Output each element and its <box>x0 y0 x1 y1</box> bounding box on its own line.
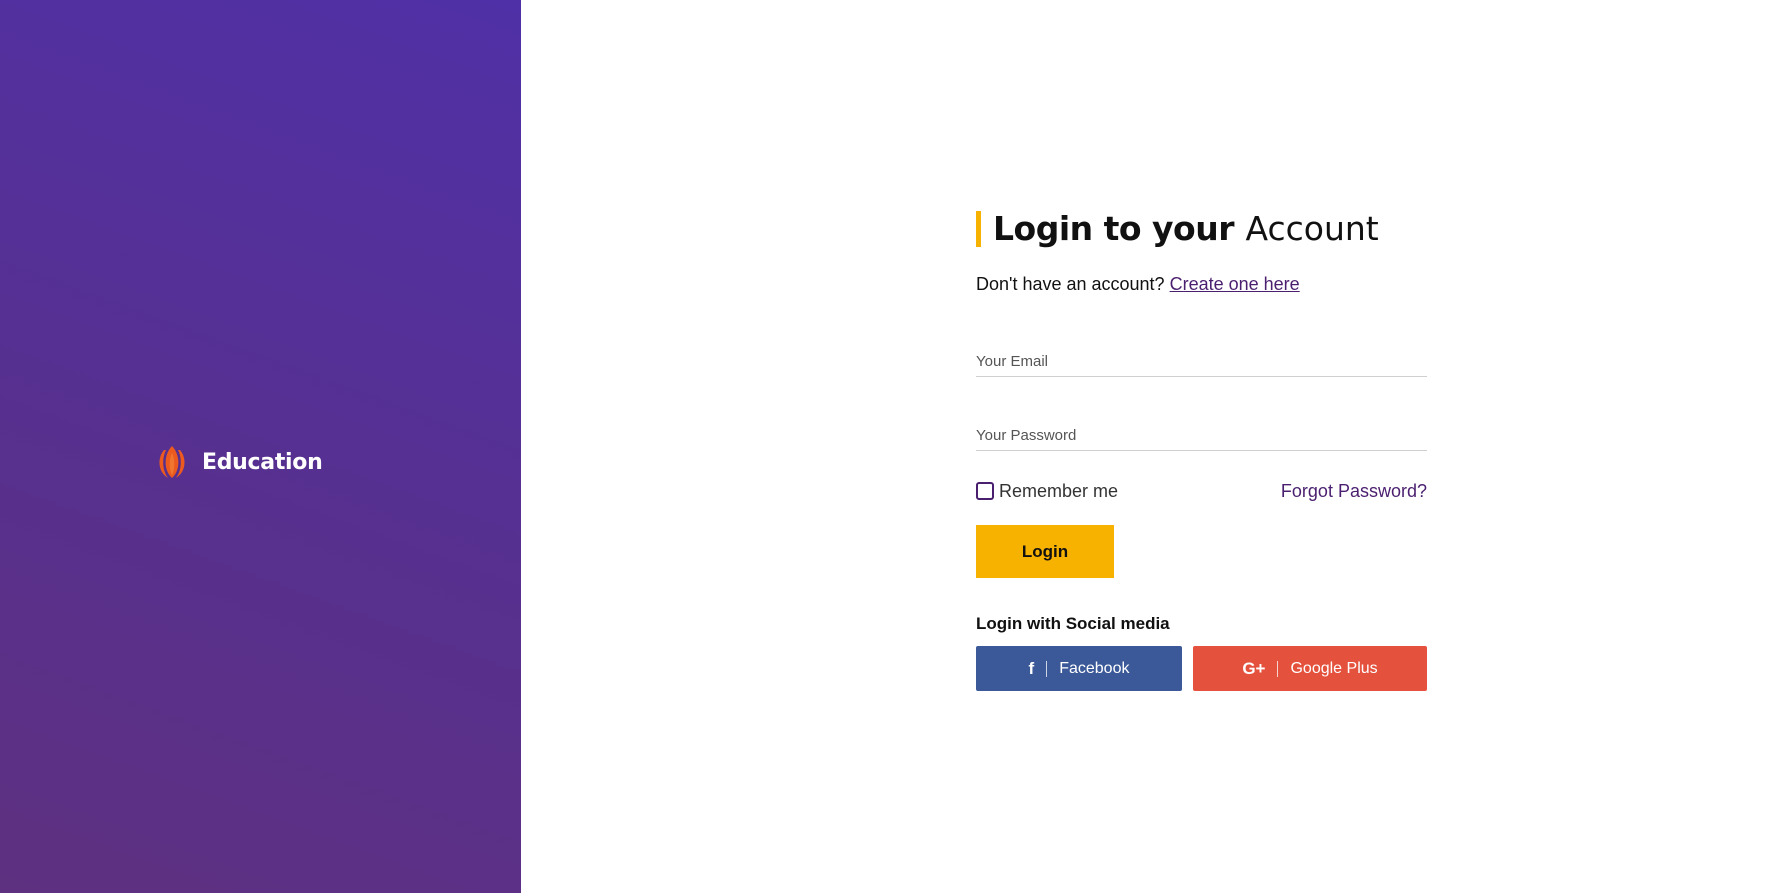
options-row: Remember me Forgot Password? <box>976 479 1427 503</box>
facebook-label: Facebook <box>1059 659 1130 677</box>
login-page: Education Login to your Account Don't ha… <box>0 0 1769 893</box>
brand-name: Education <box>202 449 323 475</box>
divider <box>1046 660 1048 677</box>
page-title: Login to your Account <box>976 209 1427 249</box>
google-plus-login-button[interactable]: G+ Google Plus <box>1193 646 1427 691</box>
remember-me-checkbox[interactable] <box>976 482 994 500</box>
social-heading: Login with Social media <box>976 614 1170 633</box>
remember-me[interactable]: Remember me <box>976 481 1118 502</box>
flame-leaf-icon <box>159 446 185 478</box>
divider <box>1277 660 1279 677</box>
create-account-link[interactable]: Create one here <box>1170 274 1300 294</box>
email-field[interactable] <box>976 346 1427 376</box>
login-form: Login to your Account Don't have an acco… <box>976 209 1427 691</box>
title-bold: Login to your <box>993 209 1235 248</box>
facebook-login-button[interactable]: f Facebook <box>976 646 1182 691</box>
email-field-wrapper <box>976 346 1427 377</box>
google-plus-icon: G+ <box>1242 658 1266 678</box>
social-buttons: f Facebook G+ Google Plus <box>976 646 1427 691</box>
title-light: Account <box>1245 209 1379 248</box>
google-plus-label: Google Plus <box>1290 659 1378 677</box>
login-button[interactable]: Login <box>976 525 1114 578</box>
brand[interactable]: Education <box>154 444 323 480</box>
brand-panel: Education <box>0 0 521 893</box>
remember-me-label: Remember me <box>999 480 1119 501</box>
forgot-password-link[interactable]: Forgot Password? <box>1281 481 1427 502</box>
signup-prompt-text: Don't have an account? <box>976 274 1165 294</box>
password-field-wrapper <box>976 420 1427 451</box>
facebook-icon: f <box>1028 658 1035 678</box>
signup-prompt: Don't have an account? Create one here <box>976 272 1427 296</box>
password-field[interactable] <box>976 420 1427 450</box>
